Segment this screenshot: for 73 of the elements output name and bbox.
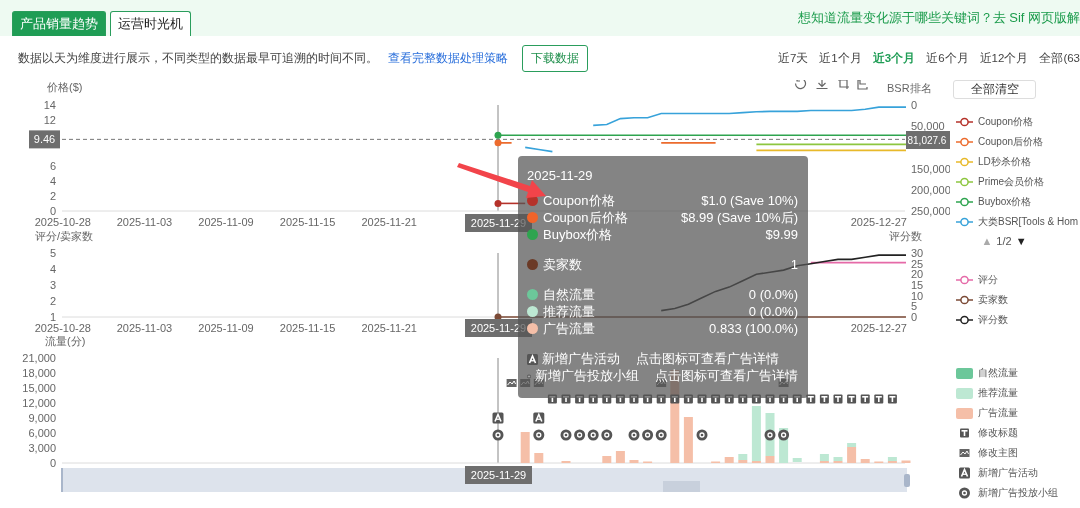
axis-title: 评分/卖家数 <box>35 230 94 242</box>
series-name: Coupon后价格 <box>543 208 628 227</box>
series-value: $1.0 (Save 10%) <box>701 193 798 208</box>
crosshair-label: 81,027.6 <box>906 131 950 149</box>
series-value: $8.99 (Save 10%后) <box>680 208 798 227</box>
series-name: Coupon价格 <box>543 191 615 210</box>
axis-label: 4 <box>49 263 56 275</box>
axis-label: 30 <box>911 247 924 259</box>
axis-label: 18,000 <box>22 367 56 379</box>
axis-label: 21,000 <box>22 352 56 364</box>
series-name: 卖家数 <box>543 255 582 274</box>
axis-label: 12 <box>43 114 56 127</box>
axis-label: 0 <box>49 457 56 469</box>
axis-label: 25 <box>911 257 924 270</box>
axis-label: 2025-11-15 <box>279 322 336 334</box>
axis-label: 0 <box>911 311 918 323</box>
axis-label: 2 <box>49 295 56 307</box>
axis-label: 0 <box>911 99 918 111</box>
axis-label: 2025-11-21 <box>361 216 417 228</box>
axis-title: BSR排名 <box>887 82 932 94</box>
axis-label: 2025-11-03 <box>116 216 173 228</box>
axis-label: 2025-11-09 <box>198 322 254 334</box>
axis-label: 5 <box>911 300 918 313</box>
page-indicator: 1/2 <box>996 234 1012 247</box>
axis-label: 2 <box>49 189 56 202</box>
axis-label: 3 <box>49 279 56 291</box>
series-value: 0 (0.0%) <box>748 304 798 319</box>
axis-label: 5 <box>49 247 56 259</box>
axis-label: 10 <box>911 289 924 302</box>
crosshair-label: 2025-11-29 <box>465 466 532 484</box>
event-hint: 点击图标可查看广告详情 <box>636 351 779 368</box>
event-hint: 点击图标可查看广告详情 <box>655 368 798 385</box>
axis-label: 9,000 <box>28 412 56 424</box>
series-name: 推荐流量 <box>543 302 595 321</box>
crosshair-label: 9.46 <box>29 130 60 149</box>
axis-label: 2025-11-21 <box>361 322 417 334</box>
axis-title: 流量(分) <box>45 335 86 347</box>
axis-label: 15 <box>911 279 924 291</box>
axis-label: 2025-12-27 <box>850 322 907 334</box>
axis-label: 14 <box>43 99 56 111</box>
series-name: Buybox价格 <box>543 225 613 244</box>
axis-label: 3,000 <box>28 442 56 454</box>
axis-label: 6 <box>49 159 56 172</box>
axis-label: 250,000 <box>911 205 950 217</box>
axis-label: 2025-11-03 <box>116 322 173 334</box>
axis-label: 2025-12-27 <box>850 216 907 228</box>
axis-label: 2025-10-28 <box>34 322 91 334</box>
axis-label: 1 <box>49 311 56 323</box>
axis-label: 20 <box>911 268 924 281</box>
axis-label: 2025-11-09 <box>198 216 254 228</box>
axis-label: 12,000 <box>22 397 56 409</box>
series-value: 1 <box>790 257 798 272</box>
series-value: 0 (0.0%) <box>748 287 798 302</box>
axis-label: 4 <box>49 174 56 187</box>
axis-label: 150,000 <box>911 162 950 175</box>
axis-title: 评分数 <box>889 230 922 242</box>
axis-label: 6,000 <box>28 427 56 439</box>
axis-label: 2025-11-15 <box>279 216 336 228</box>
series-name: 自然流量 <box>543 285 595 304</box>
event-label: 新增广告活动 <box>542 351 620 368</box>
tooltip-date: 2025-11-29 <box>527 167 594 185</box>
axis-label: 15,000 <box>22 382 56 394</box>
ref-line-label: 9.46 <box>33 133 56 146</box>
axis-label: 200,000 <box>911 183 950 196</box>
axis-title: 价格($) <box>47 81 83 93</box>
axis-label: 0 <box>49 205 56 217</box>
axis-label: 50,000 <box>911 120 945 133</box>
event-label: 新增广告投放小组 <box>535 368 639 385</box>
notice-text: 数据以天为维度进行展示，不同类型的数据最早可追溯的时间不同。 <box>18 49 378 67</box>
series-name: 广告流量 <box>543 319 595 338</box>
axis-label: 2025-10-28 <box>34 216 91 228</box>
series-value: $9.99 <box>765 227 798 242</box>
series-value: 0.833 (100.0%) <box>709 321 798 336</box>
